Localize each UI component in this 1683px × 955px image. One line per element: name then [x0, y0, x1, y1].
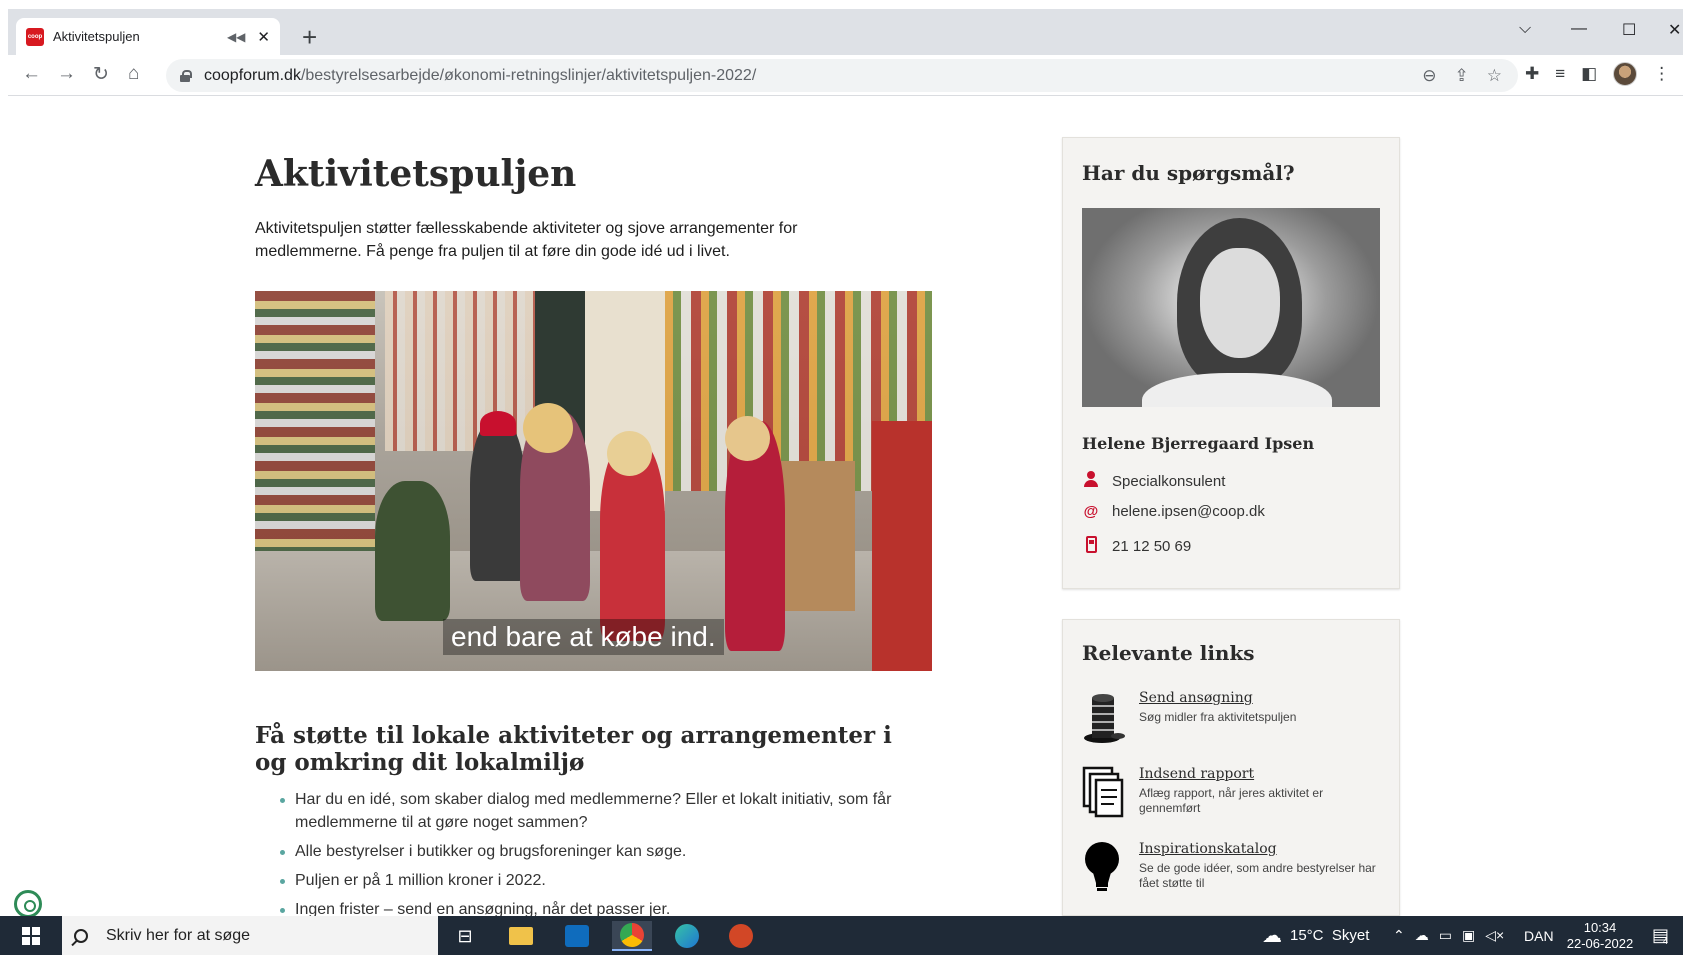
battery-icon[interactable]: ▭ [1439, 927, 1452, 944]
weather-widget[interactable]: ☁ 15°C Skyet [1262, 916, 1369, 955]
bookmark-star-icon[interactable]: ☆ [1487, 66, 1502, 86]
extension-toolbar: ✚ ≡ ◧ ⋮ [1525, 62, 1670, 86]
forward-arrow-icon[interactable]: → [57, 63, 76, 85]
tab-audio-icon[interactable]: ◀◀ [227, 30, 245, 44]
notification-count: 4 [1663, 935, 1669, 946]
contact-email[interactable]: helene.ipsen@coop.dk [1112, 503, 1265, 520]
link-description: Se de gode idéer, som andre bestyrelser … [1139, 861, 1376, 890]
chrome-icon[interactable] [612, 921, 652, 951]
link-title[interactable]: Send ansøgning [1139, 690, 1253, 706]
coins-icon [1084, 694, 1125, 743]
list-item: Puljen er på 1 million kroner i 2022. [277, 869, 937, 892]
clock-time: 10:34 [1583, 920, 1617, 935]
cookie-settings-icon[interactable] [14, 890, 42, 918]
back-arrow-icon[interactable]: ← [22, 63, 41, 85]
at-sign-icon: @ [1083, 503, 1099, 520]
video-caption: end bare at købe ind. [443, 619, 724, 655]
task-view-icon[interactable]: ⊟ [445, 921, 485, 951]
taskbar-search[interactable]: Skriv her for at søge [62, 916, 438, 955]
bullet-list: Har du en idé, som skaber dialog med med… [277, 788, 937, 927]
powerpoint-icon[interactable] [721, 921, 761, 951]
browser-tab-strip: coop Aktivitetspuljen ◀◀ ✕ + ⌵ — ☐ ✕ [8, 9, 1683, 55]
share-icon[interactable]: ⇪ [1455, 66, 1469, 86]
taskbar-search-placeholder: Skriv her for at søge [106, 926, 251, 944]
contact-phone-row: 21 12 50 69 [1082, 536, 1191, 557]
link-title[interactable]: Inspirationskatalog [1139, 841, 1277, 857]
url-path: /bestyrelsesarbejde/økonomi-retningslinj… [300, 66, 757, 84]
window-top-edge [0, 0, 1683, 9]
link-title[interactable]: Indsend rapport [1139, 766, 1254, 782]
mobile-phone-icon [1082, 536, 1100, 557]
lead-paragraph: Aktivitetspuljen støtter fællesskabende … [255, 220, 798, 260]
lightbulb-icon [1085, 842, 1119, 891]
section-heading: Få støtte til lokale aktiviteter og arra… [255, 722, 892, 776]
contact-role-row: Specialkonsulent [1082, 471, 1225, 491]
url-host: coopforum.dk [204, 66, 301, 84]
link-description: Søg midler fra aktivitetspuljen [1139, 710, 1297, 724]
speaker-muted-icon[interactable]: ◁× [1485, 927, 1504, 944]
maximize-icon[interactable]: ☐ [1622, 20, 1636, 40]
cloud-icon: ☁ [1262, 925, 1282, 947]
page-title: Aktivitetspuljen [255, 153, 577, 195]
search-icon [74, 928, 88, 943]
contact-name: Helene Bjerregaard Ipsen [1082, 434, 1315, 453]
tray-chevron-up-icon[interactable]: ⌃ [1393, 927, 1405, 944]
link-description: Aflæg rapport, når jeres aktivitet er ge… [1139, 786, 1324, 815]
weather-text: 15°C Skyet [1290, 927, 1370, 944]
links-heading: Relevante links [1082, 641, 1255, 665]
video-player[interactable]: end bare at købe ind. [255, 291, 932, 671]
onedrive-icon[interactable]: ☁ [1415, 927, 1429, 944]
windows-taskbar: Skriv her for at søge ⊟ ☁ 15°C Skyet ⌃ ☁… [0, 916, 1683, 955]
tab-title: Aktivitetspuljen [53, 29, 140, 44]
minimize-icon[interactable]: — [1571, 20, 1587, 38]
address-bar[interactable]: coopforum.dk/bestyrelsesarbejde/økonomi-… [166, 59, 1518, 92]
reload-icon[interactable]: ↻ [93, 63, 109, 86]
documents-icon [1082, 766, 1124, 818]
contact-heading: Har du spørgsmål? [1082, 161, 1295, 185]
browser-tab[interactable]: coop Aktivitetspuljen ◀◀ ✕ [16, 18, 280, 55]
browser-menu-icon[interactable]: ⋮ [1653, 64, 1670, 84]
notifications-icon[interactable]: ▤ 4 [1652, 916, 1669, 955]
contact-role: Specialkonsulent [1112, 472, 1226, 490]
side-panel-icon[interactable]: ◧ [1581, 64, 1597, 84]
tab-close-icon[interactable]: ✕ [257, 28, 270, 46]
taskbar-clock[interactable]: 10:34 22-06-2022 [1562, 920, 1638, 952]
file-explorer-icon[interactable] [501, 921, 541, 951]
list-item: Alle bestyrelser i butikker og brugsfore… [277, 840, 937, 863]
outlook-icon[interactable] [557, 921, 597, 951]
new-tab-icon[interactable]: + [302, 22, 317, 53]
close-window-icon[interactable]: ✕ [1668, 20, 1681, 40]
extensions-puzzle-icon[interactable]: ✚ [1525, 64, 1539, 84]
browser-toolbar: ← → ↻ ⌂ coopforum.dk/bestyrelsesarbejde/… [8, 55, 1683, 96]
windows-start-icon[interactable] [22, 927, 40, 945]
coop-favicon-icon: coop [26, 27, 44, 46]
language-indicator[interactable]: DAN [1524, 916, 1554, 955]
contact-phone[interactable]: 21 12 50 69 [1112, 538, 1191, 555]
relevant-links-card: Relevante links Send ansøgning Søg midle… [1062, 619, 1400, 916]
contact-card: Har du spørgsmål? Helene Bjerregaard Ips… [1062, 137, 1400, 589]
contact-email-row: @ helene.ipsen@coop.dk [1082, 503, 1265, 520]
person-icon [1082, 471, 1100, 491]
home-icon[interactable]: ⌂ [128, 63, 139, 85]
edge-icon[interactable] [667, 921, 707, 951]
profile-avatar[interactable] [1613, 62, 1638, 86]
clock-date: 22-06-2022 [1566, 936, 1634, 951]
lock-icon[interactable] [180, 69, 192, 82]
reading-list-icon[interactable]: ≡ [1555, 64, 1565, 84]
contact-portrait [1082, 208, 1380, 407]
list-item: Har du en idé, som skaber dialog med med… [277, 788, 937, 834]
tab-search-chevron-icon[interactable]: ⌵ [1519, 20, 1531, 38]
zoom-out-icon[interactable]: ⊖ [1422, 66, 1436, 86]
system-tray: ⌃ ☁ ▭ ▣ ◁× [1393, 916, 1504, 955]
network-icon[interactable]: ▣ [1462, 927, 1475, 944]
